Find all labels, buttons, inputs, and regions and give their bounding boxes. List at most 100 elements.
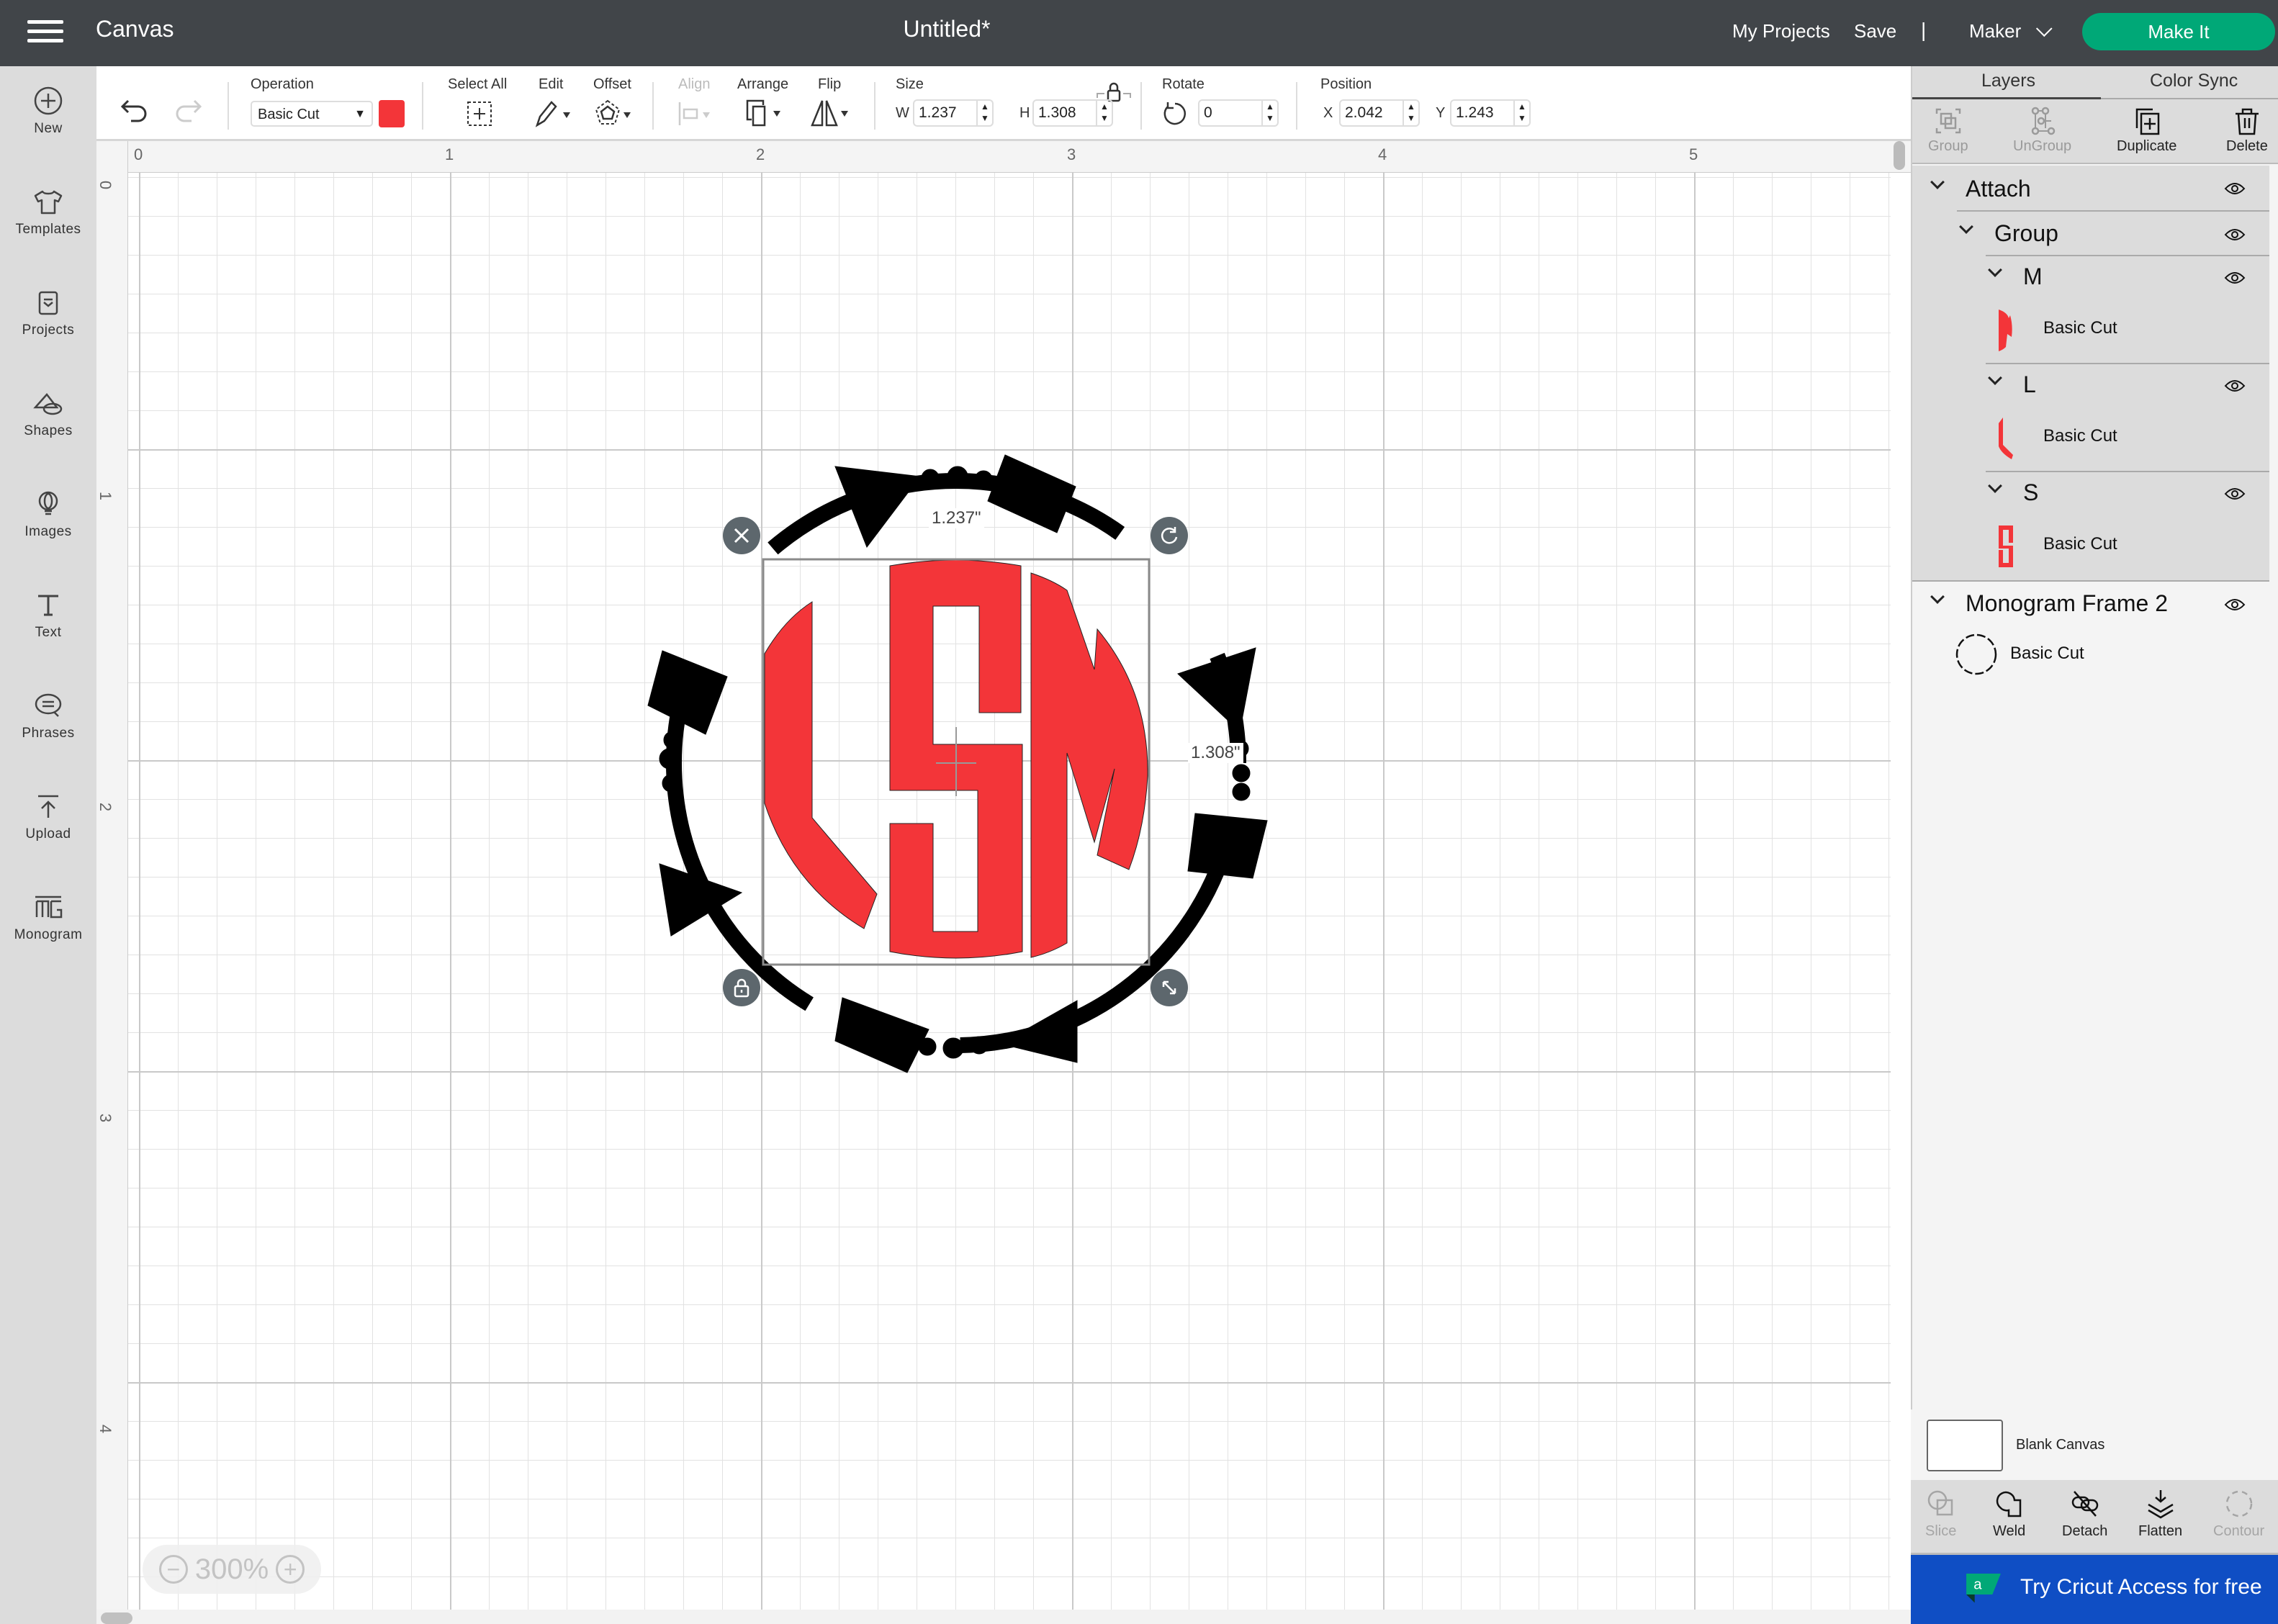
sidebar-item-phrases[interactable]: Phrases	[0, 671, 96, 757]
sidebar-label: Images	[24, 524, 72, 539]
y-stepper[interactable]: ▲ ▼	[1513, 101, 1529, 125]
ruler-tick-label: 2	[756, 145, 765, 163]
sidebar-item-images[interactable]: Images	[0, 469, 96, 556]
x-stepper[interactable]: ▲ ▼	[1403, 101, 1418, 125]
save-link[interactable]: Save	[1854, 20, 1896, 42]
sidebar-item-monogram[interactable]: Monogram	[0, 872, 96, 959]
sidebar-item-templates[interactable]: Templates	[0, 167, 96, 253]
layer-frame-item[interactable]: Basic Cut	[1912, 625, 2269, 682]
eye-icon[interactable]	[2224, 181, 2246, 196]
group-button[interactable]: Group	[1928, 107, 1968, 155]
layer-monogram-frame[interactable]: Monogram Frame 2	[1912, 582, 2269, 625]
sidebar-item-text[interactable]: Text	[0, 570, 96, 657]
detach-label: Detach	[2062, 1523, 2108, 1539]
frame-dot	[663, 731, 682, 749]
flatten-button[interactable]: Flatten	[2138, 1489, 2182, 1540]
slice-icon	[1927, 1490, 1953, 1516]
vertical-scrollbar[interactable]	[1894, 141, 1905, 170]
l-thumbnail	[1999, 418, 2013, 459]
height-stepper[interactable]: ▲ ▼	[1096, 101, 1112, 125]
operation-select[interactable]: Basic Cut ▼	[251, 101, 373, 127]
sidebar-item-new[interactable]: New	[0, 66, 96, 153]
access-banner-text: Try Cricut Access for free	[2020, 1575, 2262, 1599]
position-label: Position	[1320, 76, 1372, 92]
rotate-icon	[1161, 527, 1178, 544]
design-canvas[interactable]: 1.237" 1.308"	[128, 173, 1891, 1610]
layer-s-item[interactable]: Basic Cut	[1912, 513, 2269, 579]
offset-icon[interactable]	[592, 98, 635, 130]
sidebar-item-upload[interactable]: Upload	[0, 772, 96, 858]
resize-handle[interactable]	[1151, 969, 1188, 1006]
projects-icon	[38, 291, 58, 315]
sidebar-label: Projects	[22, 322, 75, 338]
machine-selector[interactable]: Maker	[1969, 20, 2053, 42]
shapes-icon	[33, 393, 63, 415]
flip-icon[interactable]	[809, 98, 855, 130]
undo-icon[interactable]	[120, 95, 151, 124]
y-position-input[interactable]: 1.243 ▲ ▼	[1450, 99, 1531, 127]
eye-icon[interactable]	[2224, 487, 2246, 501]
sidebar-item-shapes[interactable]: Shapes	[0, 369, 96, 455]
frame-arrow-feather	[1187, 813, 1268, 879]
rotate-input[interactable]: 0 ▲ ▼	[1198, 99, 1279, 127]
slice-button[interactable]: Slice	[1925, 1489, 1956, 1540]
machine-label: Maker	[1969, 20, 2022, 42]
chevron-down-icon[interactable]	[1988, 263, 2002, 277]
trash-icon	[2235, 108, 2259, 135]
layer-s[interactable]: S	[1912, 472, 2269, 513]
layer-m-item[interactable]: Basic Cut	[1912, 297, 2269, 363]
layers-panel: Layers Color Sync Group UnGroup Duplicat…	[1911, 66, 2278, 1624]
chevron-down-icon[interactable]	[1988, 479, 2002, 493]
chevron-down-icon[interactable]	[1930, 175, 1945, 189]
chevron-down-icon[interactable]	[1959, 220, 1973, 234]
operation-color-swatch[interactable]	[379, 100, 405, 127]
pencil-icon[interactable]	[533, 99, 573, 128]
zoom-out-button[interactable]: −	[158, 1555, 188, 1584]
lock-handle[interactable]	[723, 969, 760, 1006]
detach-button[interactable]: Detach	[2062, 1489, 2107, 1540]
letter-m[interactable]	[1030, 572, 1148, 958]
eye-icon[interactable]	[2224, 227, 2246, 242]
eye-icon[interactable]	[2224, 271, 2246, 285]
text-icon	[38, 595, 58, 616]
select-all-icon[interactable]	[465, 99, 494, 128]
chevron-down-icon[interactable]	[1930, 590, 1945, 604]
chevron-down-icon[interactable]	[1988, 371, 2002, 385]
rotate-stepper[interactable]: ▲ ▼	[1261, 101, 1277, 125]
zoom-in-button[interactable]: +	[276, 1555, 305, 1584]
layer-l[interactable]: L	[1912, 364, 2269, 405]
width-input[interactable]: 1.237 ▲ ▼	[913, 99, 994, 127]
ungroup-button[interactable]: UnGroup	[2013, 107, 2071, 155]
x-position-input[interactable]: 2.042 ▲ ▼	[1339, 99, 1420, 127]
eye-icon[interactable]	[2224, 597, 2246, 612]
duplicate-button[interactable]: Duplicate	[2117, 107, 2176, 155]
operation-label: Operation	[251, 76, 314, 92]
width-stepper[interactable]: ▲ ▼	[976, 101, 992, 125]
arrange-icon[interactable]	[744, 98, 791, 130]
weld-button[interactable]: Weld	[1993, 1489, 2025, 1540]
horizontal-scrollbar[interactable]	[101, 1612, 132, 1624]
delete-handle[interactable]	[723, 517, 760, 554]
canvas-color-swatch[interactable]	[1927, 1420, 2003, 1471]
make-it-button[interactable]: Make It	[2082, 13, 2275, 50]
align-icon[interactable]	[677, 99, 717, 128]
eye-icon[interactable]	[2224, 379, 2246, 393]
layer-m[interactable]: M	[1912, 256, 2269, 297]
layer-l-item[interactable]: Basic Cut	[1912, 405, 2269, 471]
letter-l[interactable]	[764, 601, 878, 929]
my-projects-link[interactable]: My Projects	[1732, 20, 1830, 42]
cricut-access-banner[interactable]: a Try Cricut Access for free	[1911, 1555, 2278, 1624]
height-input[interactable]: 1.308 ▲ ▼	[1032, 99, 1113, 127]
sidebar-item-projects[interactable]: Projects	[0, 268, 96, 354]
width-prefix: W	[896, 105, 909, 121]
rotate-handle[interactable]	[1151, 517, 1188, 554]
tab-color-sync[interactable]: Color Sync	[2150, 71, 2238, 91]
rotate-icon[interactable]	[1161, 99, 1189, 128]
delete-button[interactable]: Delete	[2226, 107, 2268, 155]
layer-group[interactable]: Group	[1912, 212, 2269, 255]
layer-attach[interactable]: Attach	[1912, 166, 2269, 210]
redo-icon[interactable]	[171, 95, 203, 124]
lightbulb-icon	[38, 491, 58, 515]
contour-button[interactable]: Contour	[2213, 1489, 2264, 1540]
tab-layers[interactable]: Layers	[1981, 71, 2035, 91]
